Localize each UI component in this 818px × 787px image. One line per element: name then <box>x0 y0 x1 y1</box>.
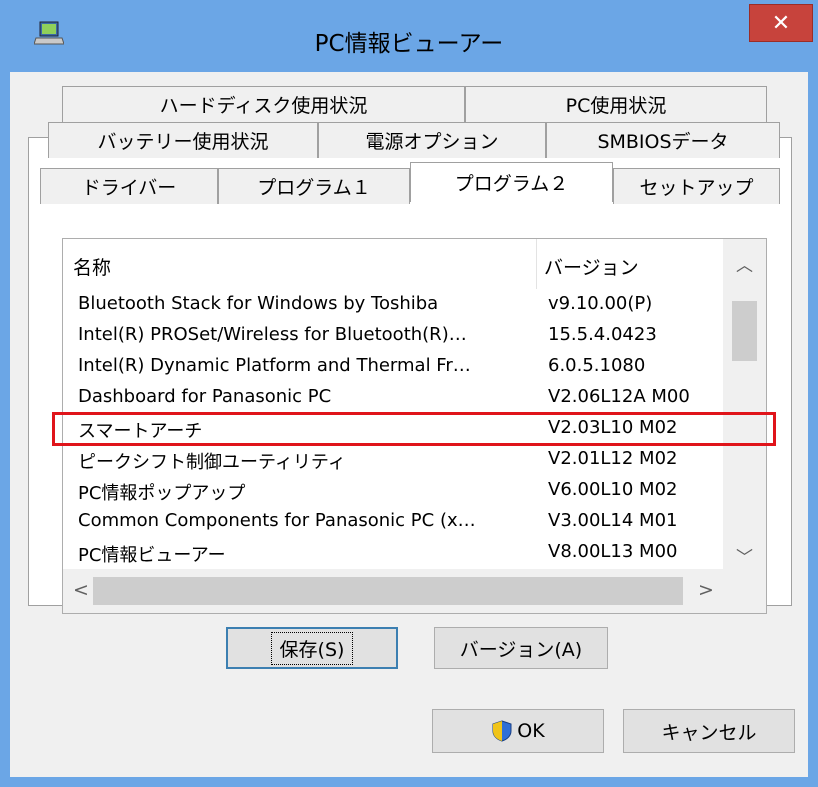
list-item[interactable]: Intel(R) Dynamic Platform and Thermal Fr… <box>63 351 723 382</box>
ok-button[interactable]: OK <box>432 709 604 753</box>
shield-icon <box>492 720 512 742</box>
column-header-name[interactable]: 名称 <box>73 253 111 280</box>
close-button[interactable]: ✕ <box>749 4 813 42</box>
scrollbar-corner <box>723 569 766 613</box>
save-button-label: 保存(S) <box>270 631 354 665</box>
list-item-name: PC情報ビューアー <box>78 545 226 566</box>
list-item[interactable]: Bluetooth Stack for Windows by Toshiba v… <box>63 289 723 320</box>
list-item[interactable]: PC情報ビューアー V8.00L13 M00 <box>63 537 723 568</box>
vertical-scrollbar[interactable]: ︿ ﹀ <box>723 239 766 569</box>
list-item[interactable]: Dashboard for Panasonic PC V2.06L12A M00 <box>63 382 723 413</box>
horizontal-scrollbar[interactable]: < > <box>63 569 723 613</box>
list-item-version: 15.5.4.0423 <box>548 324 657 345</box>
scroll-up-icon[interactable]: ︿ <box>723 251 766 276</box>
tab-smbios-data[interactable]: SMBIOSデータ <box>546 122 780 158</box>
tab-battery-usage[interactable]: バッテリー使用状況 <box>48 122 318 158</box>
list-item-version: V2.01L12 M02 <box>548 448 678 469</box>
column-header-version[interactable]: バージョン <box>544 253 639 280</box>
scroll-left-icon[interactable]: < <box>73 579 89 601</box>
list-item-name: Intel(R) PROSet/Wireless for Bluetooth(R… <box>78 324 467 345</box>
column-separator[interactable] <box>536 239 537 289</box>
cancel-button[interactable]: キャンセル <box>623 709 795 753</box>
list-item[interactable]: Common Components for Panasonic PC (x… V… <box>63 506 723 537</box>
tab-harddisk-usage[interactable]: ハードディスク使用状況 <box>62 86 465 122</box>
title-bar[interactable]: PC情報ビューアー ✕ <box>0 0 818 72</box>
list-header: 名称 バージョン <box>63 239 723 289</box>
list-item-version: V8.00L13 M00 <box>548 541 678 562</box>
list-item-version: 6.0.5.1080 <box>548 355 646 376</box>
horizontal-scroll-thumb[interactable] <box>93 577 683 605</box>
list-item-name: PC情報ポップアップ <box>78 483 246 504</box>
scroll-right-icon[interactable]: > <box>698 579 714 601</box>
scroll-down-icon[interactable]: ﹀ <box>723 543 766 568</box>
window-title: PC情報ビューアー <box>314 31 504 57</box>
tab-power-options[interactable]: 電源オプション <box>318 122 546 158</box>
list-item[interactable]: PC情報ポップアップ V6.00L10 M02 <box>63 475 723 506</box>
version-button[interactable]: バージョン(A) <box>434 627 608 669</box>
list-item-name: ピークシフト制御ユーティリティ <box>78 452 346 473</box>
list-item-name: Dashboard for Panasonic PC <box>78 386 332 407</box>
list-item-version: V6.00L10 M02 <box>548 479 678 500</box>
ok-button-label: OK <box>517 720 545 742</box>
tab-setup[interactable]: セットアップ <box>613 168 780 204</box>
list-item-name: Common Components for Panasonic PC (x… <box>78 510 476 531</box>
list-item[interactable]: Intel(R) PROSet/Wireless for Bluetooth(R… <box>63 320 723 351</box>
list-item-name: Bluetooth Stack for Windows by Toshiba <box>78 293 439 314</box>
window: PC情報ビューアー ✕ ハードディスク使用状況 PC使用状況 バッテリー使用状況… <box>0 0 818 787</box>
tab-program-2[interactable]: プログラム２ <box>410 162 613 202</box>
list-item-name: Intel(R) Dynamic Platform and Thermal Fr… <box>78 355 471 376</box>
row-highlight-annotation <box>52 412 776 446</box>
list-item[interactable]: ピークシフト制御ユーティリティ V2.01L12 M02 <box>63 444 723 475</box>
list-item-version: v9.10.00(P) <box>548 293 653 314</box>
tab-program-1[interactable]: プログラム１ <box>218 168 410 204</box>
list-item-version: V3.00L14 M01 <box>548 510 678 531</box>
tab-pc-usage[interactable]: PC使用状況 <box>465 86 767 122</box>
tab-driver[interactable]: ドライバー <box>40 168 218 204</box>
vertical-scroll-thumb[interactable] <box>732 301 757 361</box>
save-button[interactable]: 保存(S) <box>226 627 398 669</box>
list-item-version: V2.06L12A M00 <box>548 386 690 407</box>
